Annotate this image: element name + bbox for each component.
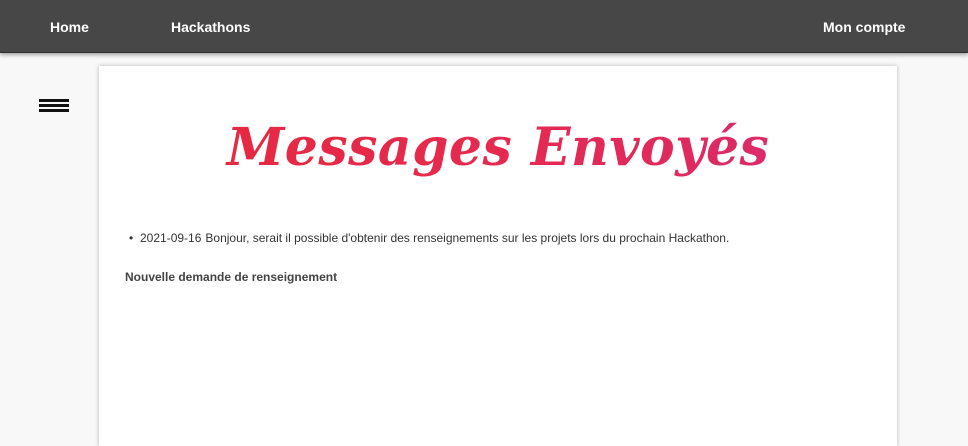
new-request-link[interactable]: Nouvelle demande de renseignement [125,270,337,284]
content-card: Messages Envoyés • 2021-09-16 Bonjour, se… [99,66,897,446]
menu-bar [39,99,69,102]
message-text: Bonjour, serait il possible d'obtenir de… [205,231,730,245]
top-navbar: Home Hackathons Mon compte [0,0,968,53]
message-date: 2021-09-16 [140,231,202,245]
message-item: • 2021-09-16 Bonjour, serait il possible … [129,231,869,246]
hamburger-menu-icon[interactable] [39,99,69,113]
nav-account-link[interactable]: Mon compte [823,0,905,52]
page-title: Messages Envoyés [99,112,897,184]
menu-bar [39,104,69,107]
message-list: • 2021-09-16 Bonjour, serait il possible … [129,231,869,246]
nav-hackathons-link[interactable]: Hackathons [171,0,250,52]
nav-home-link[interactable]: Home [50,0,89,52]
menu-bar [39,109,69,112]
bullet-icon: • [129,231,134,245]
